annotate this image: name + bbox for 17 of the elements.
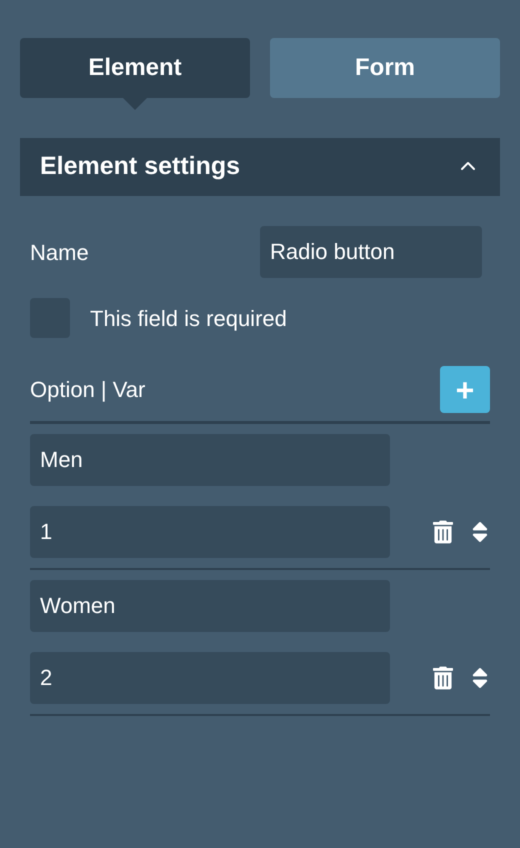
option-field[interactable]: Women: [30, 580, 390, 632]
var-field[interactable]: 2: [30, 652, 390, 704]
sort-icon[interactable]: [472, 519, 488, 545]
section-title: Element settings: [40, 151, 240, 182]
delete-icon[interactable]: [433, 666, 453, 690]
tab[interactable]: Form: [270, 38, 500, 98]
tab-pointer: [123, 98, 147, 110]
delete-icon[interactable]: [433, 520, 453, 544]
name-field[interactable]: Radio button: [260, 226, 482, 278]
sort-icon[interactable]: [472, 665, 488, 691]
required-label: This field is required: [90, 304, 287, 333]
section-header[interactable]: Element settings: [20, 138, 500, 196]
tab[interactable]: Element: [20, 38, 250, 98]
var-field[interactable]: 1: [30, 506, 390, 558]
name-label: Name: [30, 238, 89, 266]
option-field[interactable]: Men: [30, 434, 390, 486]
options-header: Option | Var: [30, 376, 146, 404]
